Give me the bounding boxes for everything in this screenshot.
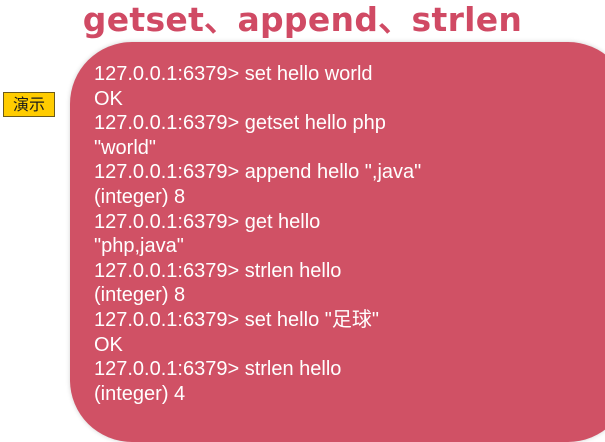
terminal-line-reply: (integer) 4: [94, 382, 186, 405]
terminal-line-reply: "world": [94, 136, 156, 159]
terminal-line-reply: OK: [94, 87, 123, 110]
terminal-line-command: 127.0.0.1:6379> set hello "足球": [94, 308, 379, 331]
terminal-line-command: 127.0.0.1:6379> getset hello php: [94, 112, 386, 135]
terminal-line-command: 127.0.0.1:6379> set hello world: [94, 63, 373, 85]
terminal-line-command: 127.0.0.1:6379> get hello: [94, 210, 321, 233]
terminal-line-reply: OK: [94, 333, 123, 356]
terminal-line-reply: (integer) 8: [94, 185, 186, 208]
terminal-line-command: 127.0.0.1:6379> strlen hello: [94, 358, 342, 381]
terminal-output: 127.0.0.1:6379> set hello world OK 127.0…: [94, 62, 421, 406]
terminal-line-command: 127.0.0.1:6379> strlen hello: [94, 259, 342, 282]
demo-badge: 演示: [3, 92, 55, 117]
slide-title: getset、append、strlen: [82, 0, 523, 39]
terminal-line-reply: "php,java": [94, 235, 184, 258]
terminal-line-command: 127.0.0.1:6379> append hello ",java": [94, 161, 422, 184]
terminal-line-reply: (integer) 8: [94, 284, 186, 307]
